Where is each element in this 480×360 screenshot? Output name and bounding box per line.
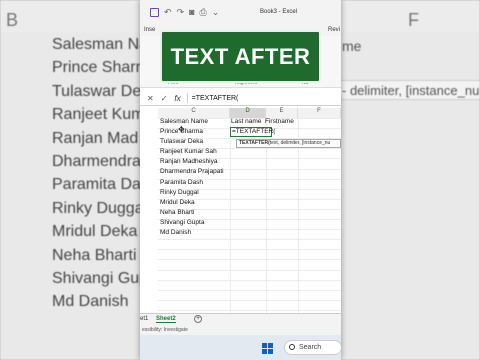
row-gridline	[158, 299, 341, 301]
active-cell[interactable]: =TEXTAFTER(	[230, 127, 275, 137]
background-column-b: B	[6, 10, 19, 30]
name-cell[interactable]: Shivangi Gupta	[160, 219, 204, 226]
name-cell[interactable]: Ranjeet Kumar Sah	[160, 148, 217, 155]
tooltip-arguments: text, delimiter, [instance_nu	[269, 140, 331, 146]
column-gridline	[298, 118, 299, 318]
formula-input[interactable]: =TEXTAFTER(	[192, 95, 239, 102]
banner-text: TEXT AFTER	[170, 43, 311, 69]
column-header-f[interactable]: F	[298, 108, 341, 118]
header-last-name[interactable]: Last name	[231, 118, 261, 125]
background-row: Rinky Dugga	[52, 199, 144, 217]
add-sheet-button[interactable]: +	[194, 315, 202, 323]
name-cell[interactable]: Ranjan Madheshiya	[160, 158, 217, 165]
row-gridline	[158, 249, 341, 251]
background-row: Paramita Da	[52, 176, 141, 194]
column-header-d[interactable]: D	[230, 108, 266, 118]
name-cell[interactable]: Neha Bharti	[160, 209, 194, 216]
background-tooltip-text: - delimiter, [instance_nu	[342, 83, 480, 98]
windows-start-icon[interactable]	[262, 343, 273, 354]
formula-separator	[186, 93, 188, 103]
formula-bar: ✕ ✓ fx =TEXTAFTER(	[140, 91, 341, 106]
background-row: Tulaswar De	[52, 82, 142, 100]
save-icon[interactable]	[150, 7, 159, 17]
title-banner: TEXT AFTER	[160, 30, 321, 83]
row-gridline	[158, 309, 341, 311]
row-gridline	[158, 269, 341, 271]
sheet-tab-sheet2[interactable]: Sheet2	[156, 316, 176, 323]
taskbar: Search	[140, 335, 341, 360]
taskbar-search[interactable]: Search	[284, 340, 341, 355]
background-row: Dharmendra	[52, 153, 141, 170]
row-gridline	[158, 279, 341, 281]
insert-function-button[interactable]: fx	[174, 94, 180, 103]
background-row: Shivangi Gup	[52, 270, 149, 287]
camera-icon[interactable]: ◙	[189, 7, 194, 17]
tab-insert[interactable]: Inse	[144, 27, 155, 33]
screen: B F me - delimiter, [instance_nu Salesma…	[0, 0, 480, 360]
background-row: Ranjan Mad	[52, 129, 139, 147]
header-firstname[interactable]: Firstname	[265, 118, 294, 125]
window-title: Book3 - Excel	[260, 9, 298, 15]
row-gridline	[158, 289, 341, 291]
name-cell[interactable]: Paramita Dash	[160, 179, 203, 186]
print-icon[interactable]: ⎙	[200, 7, 207, 18]
background-row: Neha Bharti	[52, 246, 137, 264]
undo-icon[interactable]: ↶	[164, 7, 172, 18]
column-gridline	[266, 118, 267, 318]
row-gridline	[158, 259, 341, 261]
name-cell[interactable]: Tulaswar Deka	[160, 138, 203, 145]
name-cell[interactable]: Mridul Deka	[160, 199, 195, 206]
tab-review[interactable]: Revi	[328, 27, 340, 33]
confirm-icon[interactable]: ✓	[161, 94, 168, 103]
header-salesman-name[interactable]: Salesman Name	[160, 118, 208, 125]
background-row: Mridul Deka	[52, 223, 138, 241]
customize-icon[interactable]: ⌄	[212, 7, 220, 18]
cancel-icon[interactable]: ✕	[147, 94, 154, 103]
column-header-e[interactable]: E	[266, 108, 298, 118]
search-label: Search	[299, 344, 322, 351]
background-header-text: me	[342, 38, 362, 54]
redo-icon[interactable]: ↷	[177, 7, 185, 18]
search-icon	[289, 344, 295, 350]
tooltip-function-name: TEXTAFTER(	[239, 140, 270, 146]
function-tooltip: TEXTAFTER(text, delimiter, [instance_nu	[236, 139, 341, 148]
column-header-c[interactable]: C	[158, 108, 230, 118]
background-row: Md Danish	[52, 293, 129, 311]
background-row: Ranjeet Kum	[52, 106, 145, 124]
name-cell[interactable]: Rinky Duggal	[160, 189, 199, 196]
sheet-tab-bar: et1 Sheet2 +	[140, 313, 341, 325]
title-bar: ↶ ↷ ◙ ⎙ ⌄ Book3 - Excel	[140, 0, 341, 24]
background-row: Prince Sharm	[52, 59, 149, 77]
background-row: Salesman Na	[52, 36, 149, 53]
column-gridline	[230, 118, 231, 318]
background-column-f: F	[408, 10, 419, 30]
mouse-cursor-icon: ✥	[178, 125, 185, 134]
name-cell[interactable]: Dharmendra Prajapati	[160, 168, 224, 175]
name-cell[interactable]: Md Danish	[160, 229, 191, 236]
sheet-tab-sheet1[interactable]: et1	[140, 316, 148, 322]
status-bar: essibility: Investigate	[140, 325, 341, 335]
row-gridline	[158, 239, 341, 241]
